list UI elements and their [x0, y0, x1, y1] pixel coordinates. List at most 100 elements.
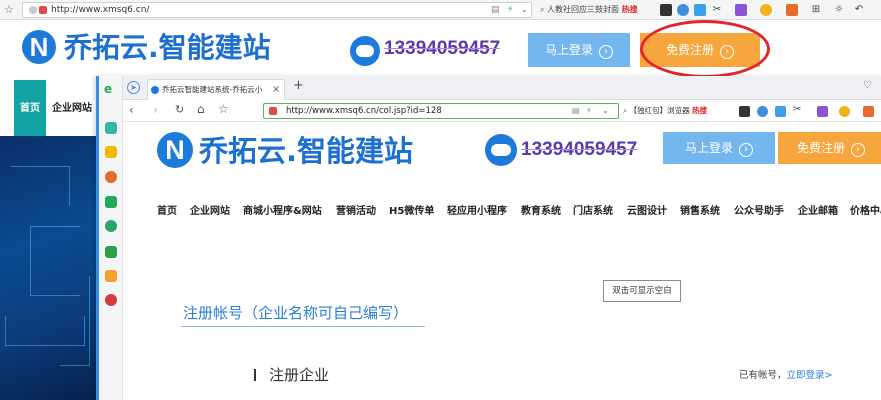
dropdown-chevron-icon[interactable]: ⌄: [602, 104, 609, 118]
reader-mode-icon[interactable]: ▤: [491, 3, 500, 17]
url-text: http://www.xmsq6.cn/col.jsp?id=128: [286, 106, 442, 116]
arrow-right-icon: ›: [599, 45, 613, 59]
site-logo-text[interactable]: 乔拓云.智能建站: [64, 30, 271, 66]
scissors-icon[interactable]: ✂: [793, 104, 801, 115]
register-company-heading: 注册企业: [269, 366, 330, 384]
speed-mode-icon[interactable]: ⚡: [586, 104, 592, 118]
search-icon: ⌕: [540, 5, 545, 14]
navigation-icon[interactable]: ➤: [127, 81, 140, 94]
browser-icon[interactable]: [757, 106, 768, 117]
search-text: 【独红包】浏览器: [629, 106, 690, 115]
arrow-right-icon: ›: [851, 143, 865, 157]
nav-h5-flyer[interactable]: H5微传单: [389, 202, 434, 217]
register-section-title: 注册帐号（企业名称可自己编写）: [183, 304, 409, 322]
sidebar-game-icon[interactable]: [105, 220, 117, 232]
nav-corporate-site[interactable]: 企业网站: [190, 202, 230, 217]
nav-marketing[interactable]: 营销活动: [336, 202, 376, 217]
forward-icon[interactable]: ›: [153, 103, 158, 117]
have-account-text: 已有帐号，立即登录>: [739, 370, 833, 381]
service-robot-icon: [485, 134, 517, 166]
site-favicon-icon: [269, 107, 277, 115]
sidebar-panda-icon[interactable]: [105, 294, 117, 306]
reader-mode-icon[interactable]: ▤: [572, 104, 580, 118]
speed-mode-icon[interactable]: ⚡: [507, 3, 513, 17]
shield-icon[interactable]: [839, 106, 850, 117]
browser-sidebar: e: [99, 76, 123, 400]
title-underline: [181, 326, 425, 327]
nav-home[interactable]: 首页: [14, 80, 46, 138]
favorite-star-icon[interactable]: ☆: [4, 3, 14, 16]
grid-icon[interactable]: ⊞: [810, 4, 822, 16]
hot-search-tag: 热搜: [691, 106, 707, 115]
page-content: N 乔拓云.智能建站 13394059457 马上登录 › 免费注册 › 首页 企业…: [123, 122, 881, 400]
home-icon[interactable]: ⌂: [197, 102, 205, 116]
shield-icon[interactable]: [760, 4, 772, 16]
section-marker: [254, 369, 256, 381]
background-address-bar[interactable]: http://www.xmsq6.cn/ ▤ ⚡ ⌄: [22, 2, 532, 18]
background-browser-toolbar: ☆ http://www.xmsq6.cn/ ▤ ⚡ ⌄ ⌕ 人教社回应三鼓封面…: [0, 0, 881, 20]
extension-icon[interactable]: [817, 106, 828, 117]
search-box[interactable]: ⌕ 【独红包】浏览器 热搜: [623, 103, 733, 119]
nav-light-app[interactable]: 轻应用小程序: [447, 202, 507, 217]
nav-corporate-mail[interactable]: 企业邮箱: [798, 202, 838, 217]
translate-icon[interactable]: [775, 106, 786, 117]
tab-title: 乔拓云智能建站系统-乔拓云小: [162, 85, 263, 94]
highlight-circle: [640, 20, 770, 78]
foreground-browser-window: e ➤ 乔拓云智能建站系统-乔拓云小 × + ♡ ‹ › ↻ ⌂ ☆ http:…: [96, 76, 881, 400]
tab-menu-icon[interactable]: ♡: [863, 80, 872, 91]
browser-logo-icon[interactable]: e: [104, 82, 112, 96]
nav-store[interactable]: 门店系统: [573, 202, 613, 217]
sidebar-photo-icon[interactable]: [105, 270, 117, 282]
undo-icon[interactable]: ↶: [853, 4, 865, 16]
browser-tab[interactable]: 乔拓云智能建站系统-乔拓云小 ×: [147, 79, 285, 100]
login-now-link[interactable]: 立即登录>: [787, 370, 833, 381]
sidebar-cloud-icon[interactable]: [105, 246, 117, 258]
refresh-icon[interactable]: ↻: [175, 103, 184, 116]
bookmark-star-icon[interactable]: ☆: [218, 102, 229, 116]
service-robot-icon: [350, 36, 380, 66]
site-logo-text[interactable]: 乔拓云.智能建站: [199, 132, 413, 170]
sidebar-star-icon[interactable]: [105, 146, 117, 158]
nav-home[interactable]: 首页: [157, 202, 177, 217]
translate-icon[interactable]: [694, 4, 706, 16]
search-icon: ⌕: [623, 106, 628, 115]
address-bar[interactable]: http://www.xmsq6.cn/col.jsp?id=128 ▤ ⚡ ⌄: [263, 103, 619, 119]
game-icon[interactable]: [863, 106, 874, 117]
settings-icon[interactable]: ☼: [833, 4, 845, 16]
browser-icon[interactable]: [677, 4, 689, 16]
extension-icon[interactable]: [735, 4, 747, 16]
screenshot-icon[interactable]: [660, 4, 672, 16]
hot-search-tag: 热搜: [621, 5, 638, 14]
new-tab-button[interactable]: +: [293, 78, 304, 93]
nav-sales[interactable]: 销售系统: [680, 202, 720, 217]
nav-cloud-design[interactable]: 云图设计: [627, 202, 667, 217]
background-search-box[interactable]: ⌕ 人教社回应三鼓封面 热搜: [540, 2, 652, 18]
tab-bar: ➤ 乔拓云智能建站系统-乔拓云小 × + ♡: [123, 76, 881, 100]
game-icon[interactable]: [786, 4, 798, 16]
background-url-text: http://www.xmsq6.cn/: [51, 5, 150, 15]
arrow-right-icon: ›: [739, 143, 753, 157]
phone-number: 13394059457: [384, 38, 501, 59]
logo-icon: N: [157, 132, 193, 168]
tooltip: 双击可显示空白: [603, 280, 681, 302]
dropdown-chevron-icon[interactable]: ⌄: [521, 3, 528, 17]
nav-official-account[interactable]: 公众号助手: [734, 202, 784, 217]
login-button[interactable]: 马上登录 ›: [663, 132, 775, 164]
back-icon[interactable]: ‹: [129, 103, 134, 117]
sidebar-mail-icon[interactable]: [105, 196, 117, 208]
screenshot-icon[interactable]: [739, 106, 750, 117]
address-toolbar: ‹ › ↻ ⌂ ☆ http://www.xmsq6.cn/col.jsp?id…: [123, 100, 881, 122]
sidebar-weibo-icon[interactable]: [105, 171, 117, 183]
tab-close-icon[interactable]: ×: [272, 80, 280, 100]
nav-corporate-site[interactable]: 企业网站: [52, 80, 96, 138]
scissors-icon[interactable]: ✂: [711, 4, 723, 16]
background-search-text: 人教社回应三鼓封面: [547, 5, 620, 14]
nav-education[interactable]: 教育系统: [521, 202, 561, 217]
sidebar-app-icon[interactable]: [105, 122, 117, 134]
security-icon: [29, 6, 37, 14]
nav-pricing[interactable]: 价格中心: [850, 202, 881, 217]
phone-number: 13394059457: [521, 139, 638, 160]
nav-mall-miniprogram[interactable]: 商城小程序&网站: [243, 202, 322, 217]
register-button[interactable]: 免费注册 ›: [778, 132, 881, 164]
login-button[interactable]: 马上登录 ›: [528, 33, 630, 67]
